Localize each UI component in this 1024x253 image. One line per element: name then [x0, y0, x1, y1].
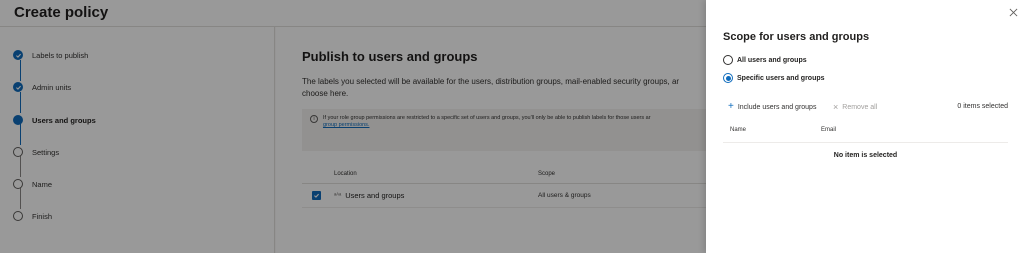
- include-label: Include users and groups: [737, 103, 817, 111]
- column-header-name[interactable]: Name: [730, 127, 746, 133]
- close-icon: ×: [833, 102, 839, 112]
- radio-button[interactable]: [723, 73, 733, 83]
- empty-state-text: No item is selected: [833, 152, 898, 159]
- column-header-email[interactable]: Email: [821, 127, 836, 133]
- remove-label: Remove all: [842, 103, 878, 111]
- add-icon: +: [728, 101, 734, 112]
- radio-all-users-and-groups[interactable]: All users and groups: [723, 55, 807, 65]
- modal-overlay[interactable]: [0, 0, 706, 253]
- remove-all-button[interactable]: × Remove all: [833, 102, 877, 112]
- include-users-and-groups-button[interactable]: + Include users and groups: [728, 102, 816, 112]
- radio-label: All users and groups: [737, 56, 807, 64]
- panel-title: Scope for users and groups: [723, 31, 870, 43]
- selected-count: 0 items selected: [957, 103, 1008, 110]
- scope-panel: Scope for users and groups All users and…: [706, 0, 1024, 253]
- close-icon[interactable]: [1009, 4, 1018, 17]
- radio-specific-users-and-groups[interactable]: Specific users and groups: [723, 73, 825, 83]
- radio-label: Specific users and groups: [737, 74, 825, 82]
- radio-button[interactable]: [723, 55, 733, 65]
- panel-toolbar: + Include users and groups × Remove all …: [723, 102, 1008, 116]
- panel-table-header: Name Email: [723, 122, 1008, 143]
